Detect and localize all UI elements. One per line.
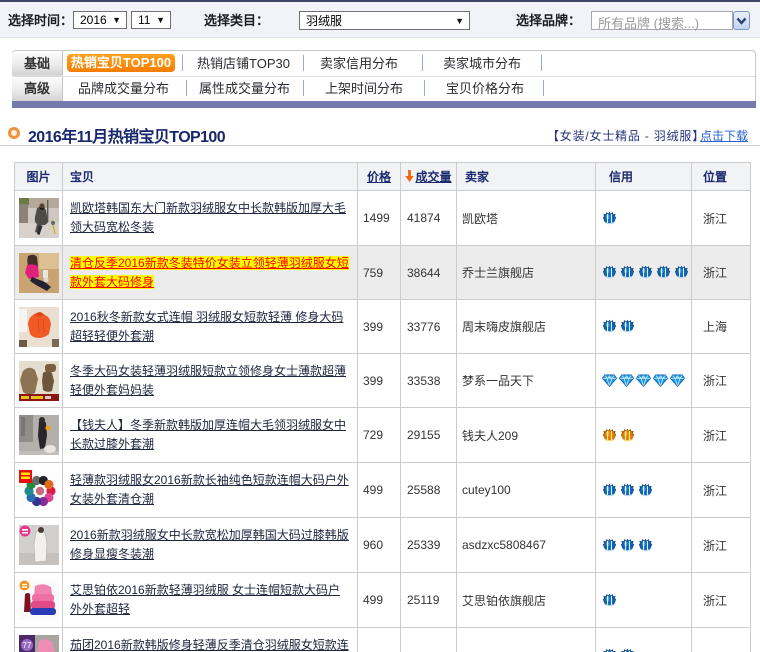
svg-text:77: 77: [22, 641, 31, 650]
